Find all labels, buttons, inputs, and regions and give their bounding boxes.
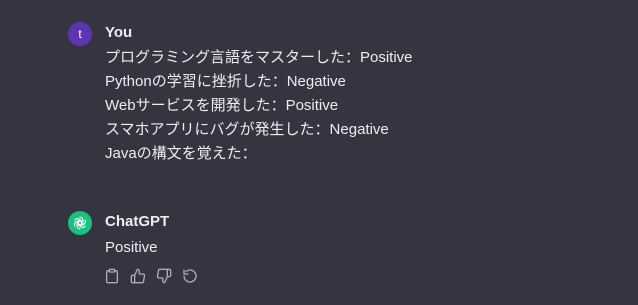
assistant-message-content: ChatGPT Positive	[105, 211, 618, 285]
user-message-line: Webサービスを開発した：Positive	[105, 97, 339, 114]
regenerate-icon	[183, 269, 197, 283]
clipboard-icon	[106, 268, 118, 284]
user-avatar: t	[68, 22, 92, 46]
user-message-line: Pythonの学習に挫折した：Negative	[105, 73, 346, 90]
copy-button[interactable]	[103, 267, 121, 285]
user-message: t You プログラミング言語をマスターした：Positive Pythonの学…	[68, 22, 618, 166]
message-actions	[103, 267, 618, 285]
regenerate-button[interactable]	[181, 267, 199, 285]
user-message-text: プログラミング言語をマスターした：Positive Pythonの学習に挫折した…	[105, 46, 618, 166]
openai-logo-icon	[73, 216, 87, 230]
thumbs-up-icon	[130, 268, 146, 284]
user-message-line: プログラミング言語をマスターした：Positive	[105, 49, 413, 66]
user-message-row: t You プログラミング言語をマスターした：Positive Pythonの学…	[68, 22, 618, 166]
thumbs-down-icon	[156, 268, 172, 284]
user-avatar-letter: t	[78, 27, 82, 41]
assistant-author-name: ChatGPT	[105, 213, 170, 230]
user-author-name: You	[105, 24, 133, 41]
thumbs-down-button[interactable]	[155, 267, 173, 285]
assistant-message: ChatGPT Positive	[68, 211, 618, 285]
user-message-line: Javaの構文を覚えた：	[105, 145, 257, 162]
assistant-message-text: Positive	[105, 236, 618, 260]
thumbs-up-button[interactable]	[129, 267, 147, 285]
user-message-line: スマホアプリにバグが発生した：Negative	[105, 121, 389, 138]
assistant-message-row: ChatGPT Positive	[68, 211, 618, 285]
assistant-message-line: Positive	[105, 239, 158, 256]
chatgpt-avatar	[68, 211, 92, 235]
user-message-content: You プログラミング言語をマスターした：Positive Pythonの学習に…	[105, 22, 618, 166]
